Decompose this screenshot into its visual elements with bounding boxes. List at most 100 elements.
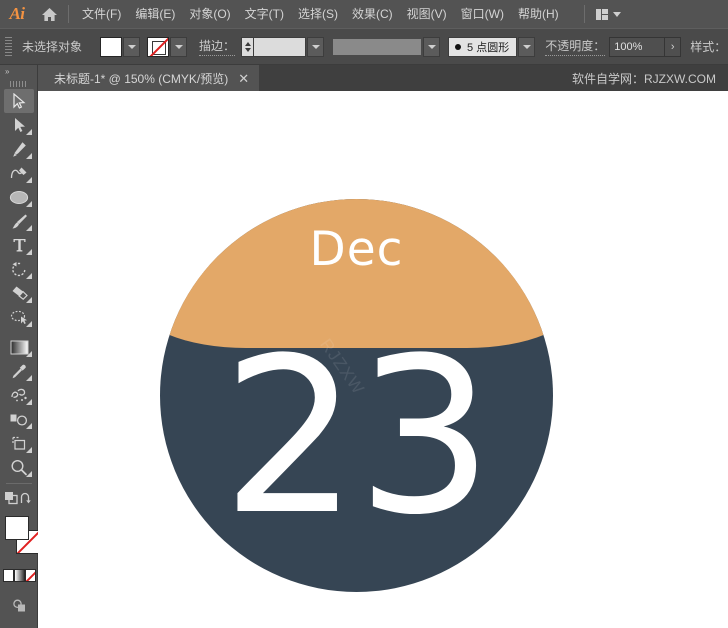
symbol-sprayer-tool[interactable] [4, 383, 34, 407]
stroke-weight-label: 描边： [199, 37, 236, 56]
brush-dot-icon [455, 43, 462, 50]
menu-bar: Ai 文件(F) 编辑(E) 对象(O) 文字(T) 选择(S) 效果(C) 视… [0, 0, 728, 28]
tool-flyout-indicator [26, 225, 32, 231]
menu-select[interactable]: 选择(S) [291, 3, 345, 25]
zoom-tool[interactable] [4, 455, 34, 479]
gradient-square-icon[interactable] [13, 569, 25, 582]
menu-effect[interactable]: 效果(C) [345, 3, 400, 25]
stroke-weight-dropdown[interactable] [307, 36, 325, 57]
stroke-weight-stepper[interactable] [241, 36, 255, 57]
screen-mode-button[interactable] [4, 623, 34, 628]
home-icon[interactable] [34, 0, 64, 28]
brush-definition-label: 5 点圆形 [467, 41, 510, 54]
tool-flyout-indicator [26, 129, 32, 135]
close-icon[interactable]: ✕ [238, 72, 249, 85]
stroke-weight-input[interactable] [254, 36, 307, 57]
overlap-squares-icon[interactable] [4, 491, 19, 505]
tools-panel: » [0, 65, 40, 628]
calendar-month-label: Dec [309, 222, 404, 277]
eyedropper-tool[interactable] [4, 359, 34, 383]
calendar-date-icon[interactable]: Dec 23 RJZXW [160, 199, 553, 592]
document-tab-label: 未标题-1* @ 150% (CMYK/预览) [54, 71, 229, 86]
calendar-day-number: 23 [221, 311, 494, 562]
curvature-tool[interactable] [4, 161, 34, 185]
tool-flyout-indicator [26, 375, 32, 381]
gradient-tool[interactable] [4, 335, 34, 359]
tool-flyout-indicator [26, 447, 32, 453]
tool-flyout-indicator [26, 471, 32, 477]
tool-flyout-indicator [26, 399, 32, 405]
tool-flyout-indicator [26, 273, 32, 279]
drag-grip-icon[interactable] [3, 35, 14, 58]
swap-arrow-icon[interactable] [19, 492, 33, 505]
menu-edit[interactable]: 编辑(E) [128, 3, 182, 25]
lasso-tool[interactable] [4, 305, 34, 329]
document-tab-bar: 未标题-1* @ 150% (CMYK/预览) ✕ 软件自学网：RJZXW.CO… [0, 65, 728, 91]
paintbrush-tool[interactable] [4, 209, 34, 233]
menu-help[interactable]: 帮助(H) [511, 3, 566, 25]
artboard-tool[interactable] [4, 407, 34, 431]
opacity-flyout-button[interactable]: › [665, 36, 682, 57]
double-chevron-right-icon[interactable]: » [0, 65, 37, 78]
brush-definition-dropdown[interactable] [518, 36, 536, 57]
menubar-divider [68, 5, 69, 23]
ellipse-tool[interactable] [4, 185, 34, 209]
toolbar-fill-swatch[interactable] [5, 516, 29, 540]
menubar-divider-2 [583, 5, 585, 23]
brush-definition-box[interactable]: 5 点圆形 [448, 36, 518, 57]
fill-stroke-control [0, 508, 40, 566]
opacity-input[interactable]: 100% [609, 36, 666, 57]
stroke-swatch-dropdown[interactable] [170, 36, 187, 57]
tool-flyout-indicator [26, 321, 32, 327]
fill-swatch-dropdown[interactable] [123, 36, 140, 57]
artboard-canvas[interactable]: Dec 23 RJZXW [38, 91, 728, 628]
menu-type[interactable]: 文字(T) [238, 3, 291, 25]
menubar-right-group [580, 5, 626, 23]
variable-width-dropdown[interactable] [423, 36, 441, 57]
tool-flyout-indicator [26, 153, 32, 159]
chevron-down-icon [127, 44, 136, 49]
tool-flyout-indicator [26, 201, 32, 207]
direct-selection-tool[interactable] [4, 113, 34, 137]
rotate-tool[interactable] [4, 257, 34, 281]
stepper-down-icon [244, 47, 251, 52]
opacity-label: 不透明度： [545, 37, 606, 56]
toolbar-divider [5, 483, 32, 484]
color-square-icon[interactable] [2, 569, 14, 582]
menu-window[interactable]: 窗口(W) [454, 3, 511, 25]
illustrator-window: Ai 文件(F) 编辑(E) 对象(O) 文字(T) 选择(S) 效果(C) 视… [0, 0, 728, 628]
document-tab[interactable]: 未标题-1* @ 150% (CMYK/预览) ✕ [38, 65, 260, 91]
drawing-mode-button[interactable] [4, 593, 34, 617]
workspace-switcher[interactable] [591, 6, 626, 23]
style-label: 样式： [690, 40, 727, 54]
selection-status-label: 未选择对象 [22, 40, 83, 54]
selection-tool[interactable] [4, 89, 34, 113]
variable-width-profile-bar[interactable] [332, 37, 423, 56]
drag-grip-icon[interactable] [0, 78, 37, 89]
shape-builder-tool[interactable] [4, 281, 34, 305]
tabbar-spacer [259, 65, 572, 91]
site-watermark-label: 软件自学网：RJZXW.COM [572, 71, 716, 86]
stroke-color-swatch[interactable] [147, 36, 169, 57]
menu-file[interactable]: 文件(F) [75, 3, 128, 25]
tool-flyout-indicator [26, 249, 32, 255]
tool-flyout-indicator [26, 177, 32, 183]
menu-object[interactable]: 对象(O) [182, 3, 237, 25]
pen-tool[interactable] [4, 137, 34, 161]
menu-items: 文件(F) 编辑(E) 对象(O) 文字(T) 选择(S) 效果(C) 视图(V… [75, 3, 566, 25]
menu-view[interactable]: 视图(V) [400, 3, 454, 25]
chevron-down-icon [612, 11, 621, 17]
chevron-down-icon [311, 44, 320, 49]
chevron-down-icon [174, 44, 183, 49]
type-tool[interactable] [4, 233, 34, 257]
tool-flyout-indicator [26, 351, 32, 357]
paint-mode-group [0, 569, 38, 585]
control-options-bar: 未选择对象 描边： 5 点圆形 不透明度： 100% › 样式： [0, 28, 728, 65]
fill-color-swatch[interactable] [100, 36, 122, 57]
stepper-up-icon [244, 41, 251, 46]
app-logo: Ai [9, 4, 25, 23]
chevron-down-icon [427, 44, 436, 49]
none-square-icon[interactable] [24, 569, 36, 582]
chevron-down-icon [522, 44, 531, 49]
free-transform-tool[interactable] [4, 431, 34, 455]
